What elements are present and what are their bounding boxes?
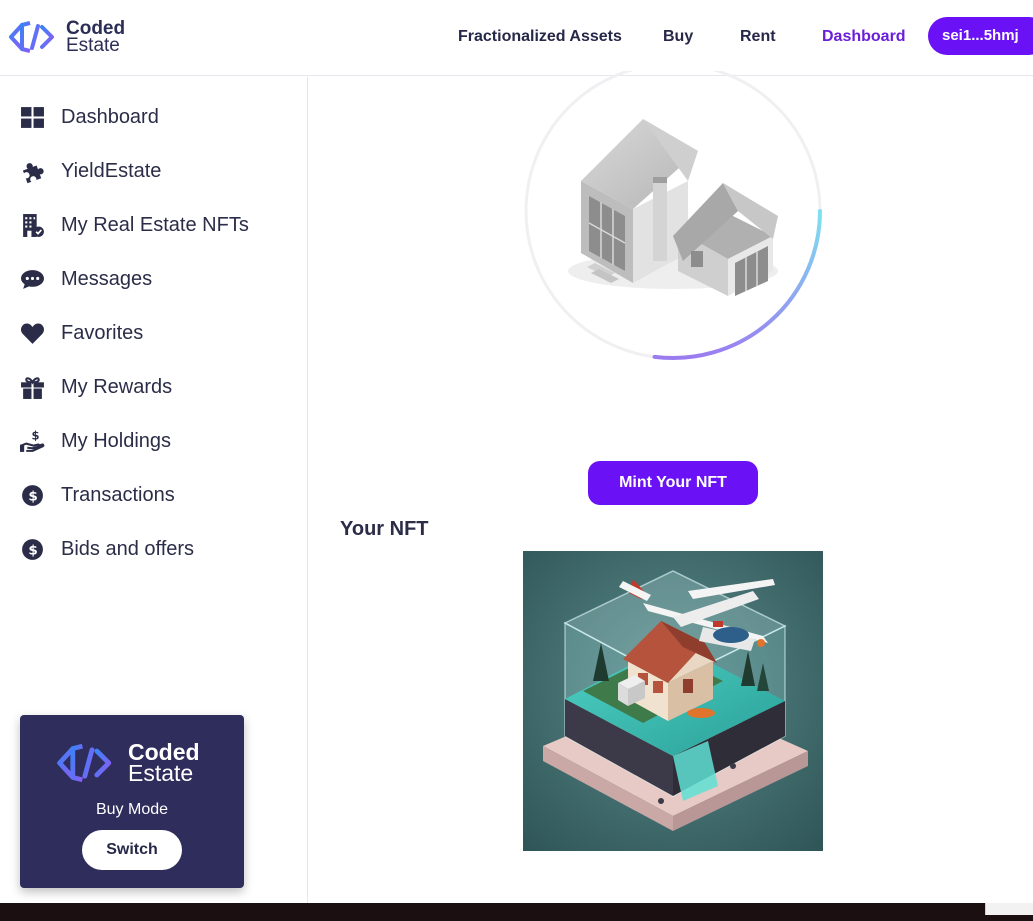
sidebar-item-bids-and-offers[interactable]: $ Bids and offers bbox=[20, 534, 194, 564]
switch-mode-button[interactable]: Switch bbox=[82, 830, 182, 870]
sidebar-item-yieldestate[interactable]: YieldEstate bbox=[20, 156, 161, 186]
sidebar-item-dashboard[interactable]: Dashboard bbox=[20, 102, 159, 132]
chat-icon bbox=[20, 267, 45, 292]
card-brand-logo: Coded Estate bbox=[56, 739, 200, 787]
dollar-circle-icon: $ bbox=[20, 537, 45, 562]
sidebar-item-label: Favorites bbox=[61, 321, 144, 344]
code-bracket-logo-icon bbox=[57, 743, 112, 783]
brand-logo[interactable]: Coded Estate bbox=[8, 17, 125, 57]
sidebar-item-favorites[interactable]: Favorites bbox=[20, 318, 143, 348]
bottom-dark-strip bbox=[0, 903, 1033, 921]
your-nft-heading: Your NFT bbox=[340, 518, 429, 540]
house-progress-ring bbox=[524, 71, 822, 360]
heart-icon bbox=[20, 321, 45, 346]
svg-text:$: $ bbox=[31, 429, 39, 442]
sidebar-item-label: Dashboard bbox=[61, 105, 159, 128]
dollar-circle-icon: $ bbox=[20, 483, 45, 508]
puzzle-icon bbox=[20, 159, 45, 184]
sidebar-item-messages[interactable]: Messages bbox=[20, 264, 152, 294]
sidebar-item-label: My Rewards bbox=[61, 375, 173, 398]
main-content: Mint Your NFT Your NFT bbox=[309, 71, 1033, 903]
sidebar-item-my-holdings[interactable]: $ My Holdings bbox=[20, 426, 171, 456]
sidebar-item-my-rewards[interactable]: My Rewards bbox=[20, 372, 172, 402]
sidebar-item-label: My Real Estate NFTs bbox=[61, 213, 249, 236]
sidebar-item-label: YieldEstate bbox=[61, 159, 162, 182]
gift-icon bbox=[20, 375, 45, 400]
sidebar-item-label: Messages bbox=[61, 267, 153, 290]
sidebar-item-label: Transactions bbox=[61, 483, 175, 506]
sidebar-item-label: Bids and offers bbox=[61, 537, 195, 560]
sidebar: Dashboard YieldEstate My Real Estate NFT… bbox=[0, 77, 308, 903]
current-mode-label: Buy Mode bbox=[95, 801, 169, 818]
nav-rent[interactable]: Rent bbox=[740, 28, 776, 46]
brand-name-line2: Estate bbox=[66, 35, 120, 56]
card-brand-line2: Estate bbox=[128, 760, 194, 786]
hand-dollar-icon: $ bbox=[20, 429, 45, 454]
svg-text:$: $ bbox=[28, 488, 37, 504]
wallet-address-button[interactable]: sei1...5hmj bbox=[928, 17, 1033, 55]
code-bracket-logo-icon bbox=[9, 21, 54, 53]
top-header: Coded Estate Fractionalized Assets Buy R… bbox=[0, 0, 1033, 76]
mint-nft-button[interactable]: Mint Your NFT bbox=[588, 461, 758, 505]
sidebar-item-transactions[interactable]: $ Transactions bbox=[20, 480, 175, 510]
grid-icon bbox=[20, 105, 45, 130]
sidebar-item-my-real-estate-nfts[interactable]: My Real Estate NFTs bbox=[20, 210, 249, 240]
building-icon bbox=[20, 213, 45, 238]
house-illustration bbox=[568, 119, 778, 296]
nft-artwork-image[interactable] bbox=[523, 551, 823, 851]
nav-dashboard[interactable]: Dashboard bbox=[822, 28, 906, 46]
mode-switch-card: Coded Estate Buy Mode Switch bbox=[20, 715, 244, 888]
scrollbar-corner bbox=[985, 903, 1033, 915]
nav-buy[interactable]: Buy bbox=[663, 28, 693, 46]
sidebar-item-label: My Holdings bbox=[61, 429, 172, 452]
nav-fractionalized-assets[interactable]: Fractionalized Assets bbox=[458, 28, 622, 46]
svg-text:$: $ bbox=[28, 542, 37, 558]
